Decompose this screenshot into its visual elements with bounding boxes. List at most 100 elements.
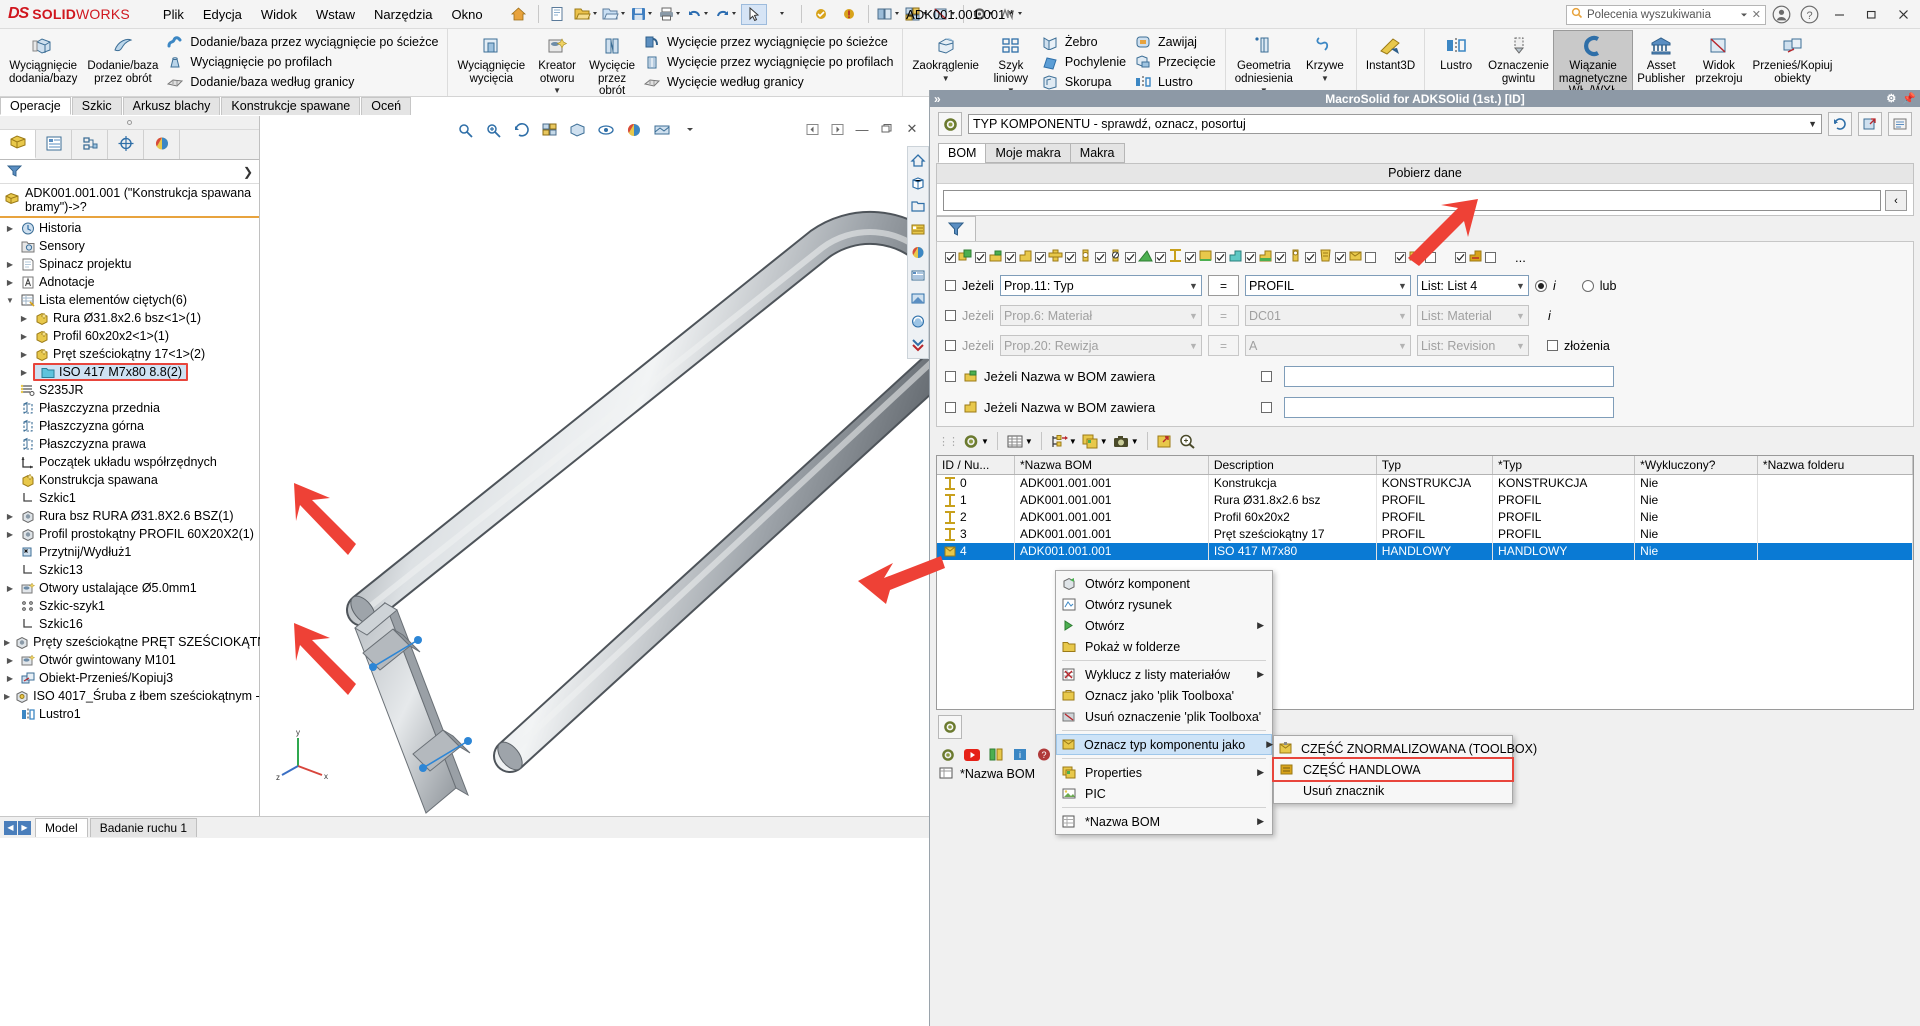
curves-button[interactable]: Krzywe ▼	[1298, 31, 1352, 87]
path-input[interactable]	[943, 190, 1881, 211]
tab-ocen[interactable]: Oceń	[361, 97, 411, 115]
new-document-icon[interactable]	[545, 2, 571, 26]
bom-column-header[interactable]: Description	[1208, 456, 1376, 475]
tree-item[interactable]: Szkic13	[0, 561, 259, 579]
display-pane-icon[interactable]	[908, 218, 928, 241]
bom-cell-folder[interactable]	[1757, 509, 1912, 526]
type-filter-assembly-icon[interactable]	[945, 249, 973, 266]
condition-3-property-select[interactable]: Prop.20: Rewizja ▼	[1000, 335, 1202, 356]
menu-item[interactable]: Otwórz▶	[1056, 615, 1272, 636]
draft-button[interactable]: Pochylenie	[1038, 52, 1131, 72]
boundary-cut-button[interactable]: Wycięcie według granicy	[640, 72, 898, 92]
tree-item[interactable]: ▶Adnotacje	[0, 273, 259, 291]
bom-settings-button[interactable]: ▼	[962, 433, 989, 450]
tab-property-manager[interactable]	[36, 130, 72, 159]
move-copy-bodies-button[interactable]: Przenieś/Kopiuj obiekty	[1748, 31, 1838, 87]
bom-cell-typ[interactable]: KONSTRUKCJA	[1376, 475, 1492, 492]
export-button[interactable]	[1858, 112, 1882, 136]
table-row[interactable]: 3ADK001.001.001Pręt sześciokątny 17PROFI…	[937, 526, 1913, 543]
menu-widok[interactable]: Widok	[252, 3, 306, 26]
condition-3-assemblies-checkbox[interactable]	[1547, 340, 1558, 351]
tree-item[interactable]: ▶ISO 417 M7x80 8.8(2)	[0, 363, 259, 381]
intersect-button[interactable]: Przecięcie	[1131, 52, 1221, 72]
tree-item[interactable]: ▶Otwór gwintowany M101	[0, 651, 259, 669]
chevron-down-icon[interactable]: ▼	[1100, 437, 1108, 446]
open-recent-icon[interactable]	[601, 2, 627, 26]
help-icon[interactable]: ?	[1796, 2, 1822, 28]
expand-icon[interactable]	[908, 333, 928, 356]
rotate-view-icon[interactable]	[908, 310, 928, 333]
bom-table-button[interactable]: ▼	[1006, 433, 1033, 450]
appearance-icon[interactable]	[908, 241, 928, 264]
restore-icon[interactable]	[878, 120, 896, 138]
zoom-fit-icon[interactable]	[455, 120, 477, 140]
model-3d-view[interactable]: y x z	[260, 116, 929, 816]
home-icon[interactable]	[908, 149, 928, 172]
tree-item[interactable]: ▶Pręty sześciokątne PRĘT SZEŚCIOKĄTNY 17…	[0, 633, 259, 651]
section-view-ribbon-button[interactable]: Widok przekroju	[1690, 31, 1747, 87]
view-settings-icon[interactable]	[679, 120, 701, 140]
bom-cell-description[interactable]: Pręt sześciokątny 17	[1208, 526, 1376, 543]
graphics-area[interactable]: y x z — ✕	[260, 116, 929, 816]
bom-cell-name[interactable]: ADK001.001.001	[1015, 526, 1209, 543]
name-condition-1-input[interactable]	[1284, 366, 1614, 387]
tab-model[interactable]: Model	[35, 818, 88, 837]
bom-cell-name[interactable]: ADK001.001.001	[1015, 492, 1209, 509]
chevron-right-icon[interactable]: ▶	[4, 638, 10, 647]
chevron-right-icon[interactable]: ▶	[4, 260, 16, 269]
mirror-button[interactable]: Lustro	[1131, 72, 1221, 92]
condition-1-radio[interactable]	[1535, 280, 1547, 292]
path-back-button[interactable]: ‹	[1885, 190, 1907, 211]
condition-1-or-radio[interactable]	[1582, 280, 1594, 292]
name-condition-1-checkbox2[interactable]	[1261, 371, 1272, 382]
view-orientation-icon[interactable]	[539, 120, 561, 140]
checkbox[interactable]	[1455, 252, 1466, 263]
condition-2-operator[interactable]: =	[1208, 305, 1239, 326]
bom-cell-description[interactable]: Konstrukcja	[1208, 475, 1376, 492]
chevron-right-icon[interactable]: ▶	[4, 530, 16, 539]
bom-cell-description[interactable]: ISO 417 M7x80	[1208, 543, 1376, 560]
menu-item[interactable]: PIC	[1056, 783, 1272, 804]
bom-cell-folder[interactable]	[1757, 492, 1912, 509]
bom-cell-typ2[interactable]: KONSTRUKCJA	[1493, 475, 1635, 492]
gear-icon[interactable]: ⚙	[1886, 92, 1896, 105]
checkbox[interactable]	[975, 252, 986, 263]
chevron-down-icon[interactable]: ▼	[553, 85, 561, 98]
menu-item[interactable]: Usuń oznaczenie 'plik Toolboxa'	[1056, 706, 1272, 727]
edit-appearance-icon[interactable]	[623, 120, 645, 140]
table-row[interactable]: 2ADK001.001.001Profil 60x20x2PROFILPROFI…	[937, 509, 1913, 526]
print-icon[interactable]	[657, 2, 683, 26]
condition-1-property-select[interactable]: Prop.11: Typ ▼	[1000, 275, 1202, 296]
section-pane-icon[interactable]	[908, 287, 928, 310]
bom-cell-description[interactable]: Profil 60x20x2	[1208, 509, 1376, 526]
bom-properties-button[interactable]: ▼	[1081, 433, 1108, 450]
chevron-down-icon[interactable]: ▼	[981, 437, 989, 446]
bom-cell-name[interactable]: ADK001.001.001	[1015, 475, 1209, 492]
chevron-down-icon[interactable]: ▼	[4, 296, 16, 305]
close-button[interactable]	[1888, 1, 1918, 29]
bom-context-menu[interactable]: Otwórz komponentOtwórz rysunekOtwórz▶Pok…	[1055, 570, 1273, 835]
tab-bom[interactable]: BOM	[938, 143, 986, 163]
bom-cell-typ[interactable]: HANDLOWY	[1376, 543, 1492, 560]
condition-1-list-select[interactable]: List: List 4 ▼	[1417, 275, 1529, 296]
revolved-cut-button[interactable]: Wycięcie przez obrót	[584, 31, 640, 100]
tab-szkic[interactable]: Szkic	[72, 97, 122, 115]
checkbox[interactable]	[1365, 252, 1376, 263]
lofted-boss-button[interactable]: Wyciągnięcie po profilach	[163, 52, 443, 72]
type-filter-sheet-icon[interactable]	[1125, 249, 1153, 266]
chevron-right-icon[interactable]: ▶	[18, 314, 30, 323]
bom-cell-description[interactable]: Rura Ø31.8x2.6 bsz	[1208, 492, 1376, 509]
type-filter-extra2-icon[interactable]	[1455, 249, 1483, 266]
scene-icon[interactable]	[651, 120, 673, 140]
type-filter-part-green-icon[interactable]	[975, 249, 1003, 266]
checkbox[interactable]	[1245, 252, 1256, 263]
tab-display-manager[interactable]	[144, 130, 180, 159]
bom-column-header[interactable]: Typ	[1376, 456, 1492, 475]
pin-icon[interactable]: 📌	[1902, 92, 1916, 105]
fillet-button[interactable]: Zaokrąglenie ▼	[907, 31, 983, 87]
checkbox[interactable]	[1215, 252, 1226, 263]
hide-show-icon[interactable]	[595, 120, 617, 140]
type-filter-extra1-icon[interactable]	[1395, 249, 1423, 266]
lofted-cut-button[interactable]: Wycięcie przez wyciągnięcie po profilach	[640, 52, 898, 72]
tree-item[interactable]: Szkic-szyk1	[0, 597, 259, 615]
